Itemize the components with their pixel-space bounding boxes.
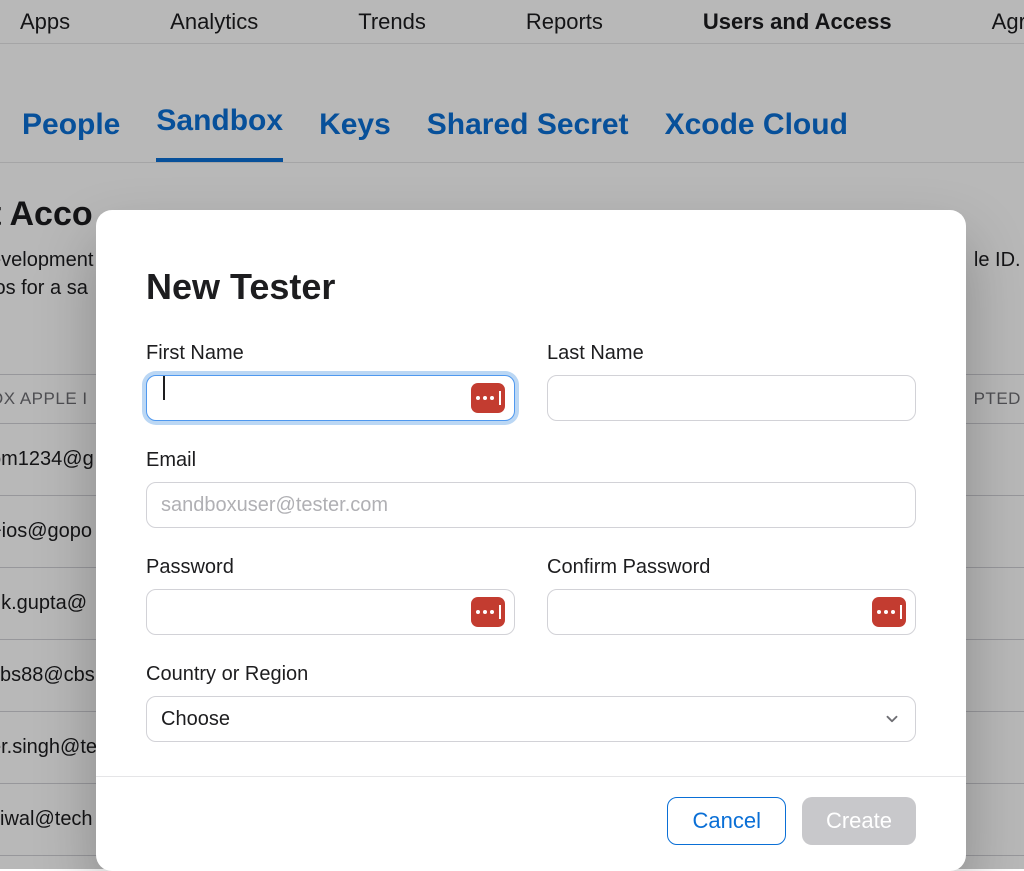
label-country: Country or Region (146, 663, 916, 686)
country-select[interactable]: Choose (146, 696, 916, 742)
password-manager-icon[interactable] (872, 597, 906, 627)
modal-footer: Cancel Create (96, 776, 966, 871)
country-select-value: Choose (161, 708, 230, 731)
label-confirm-password: Confirm Password (547, 556, 916, 579)
field-first-name: First Name (146, 342, 515, 421)
field-last-name: Last Name (547, 342, 916, 421)
field-email: Email (146, 449, 916, 528)
confirm-password-input[interactable] (547, 589, 916, 635)
label-last-name: Last Name (547, 342, 916, 365)
label-password: Password (146, 556, 515, 579)
label-first-name: First Name (146, 342, 515, 365)
cancel-button[interactable]: Cancel (667, 797, 785, 845)
text-cursor-icon (163, 376, 165, 400)
label-email: Email (146, 449, 916, 472)
password-manager-icon[interactable] (471, 597, 505, 627)
email-input[interactable] (146, 482, 916, 528)
new-tester-modal: New Tester First Name Last Name (96, 210, 966, 871)
field-country: Country or Region Choose (146, 663, 916, 742)
chevron-down-icon (883, 710, 901, 728)
field-confirm-password: Confirm Password (547, 556, 916, 635)
create-button[interactable]: Create (802, 797, 916, 845)
modal-title: New Tester (146, 266, 916, 308)
last-name-input[interactable] (547, 375, 916, 421)
first-name-input[interactable] (146, 375, 515, 421)
password-manager-icon[interactable] (471, 383, 505, 413)
field-password: Password (146, 556, 515, 635)
password-input[interactable] (146, 589, 515, 635)
